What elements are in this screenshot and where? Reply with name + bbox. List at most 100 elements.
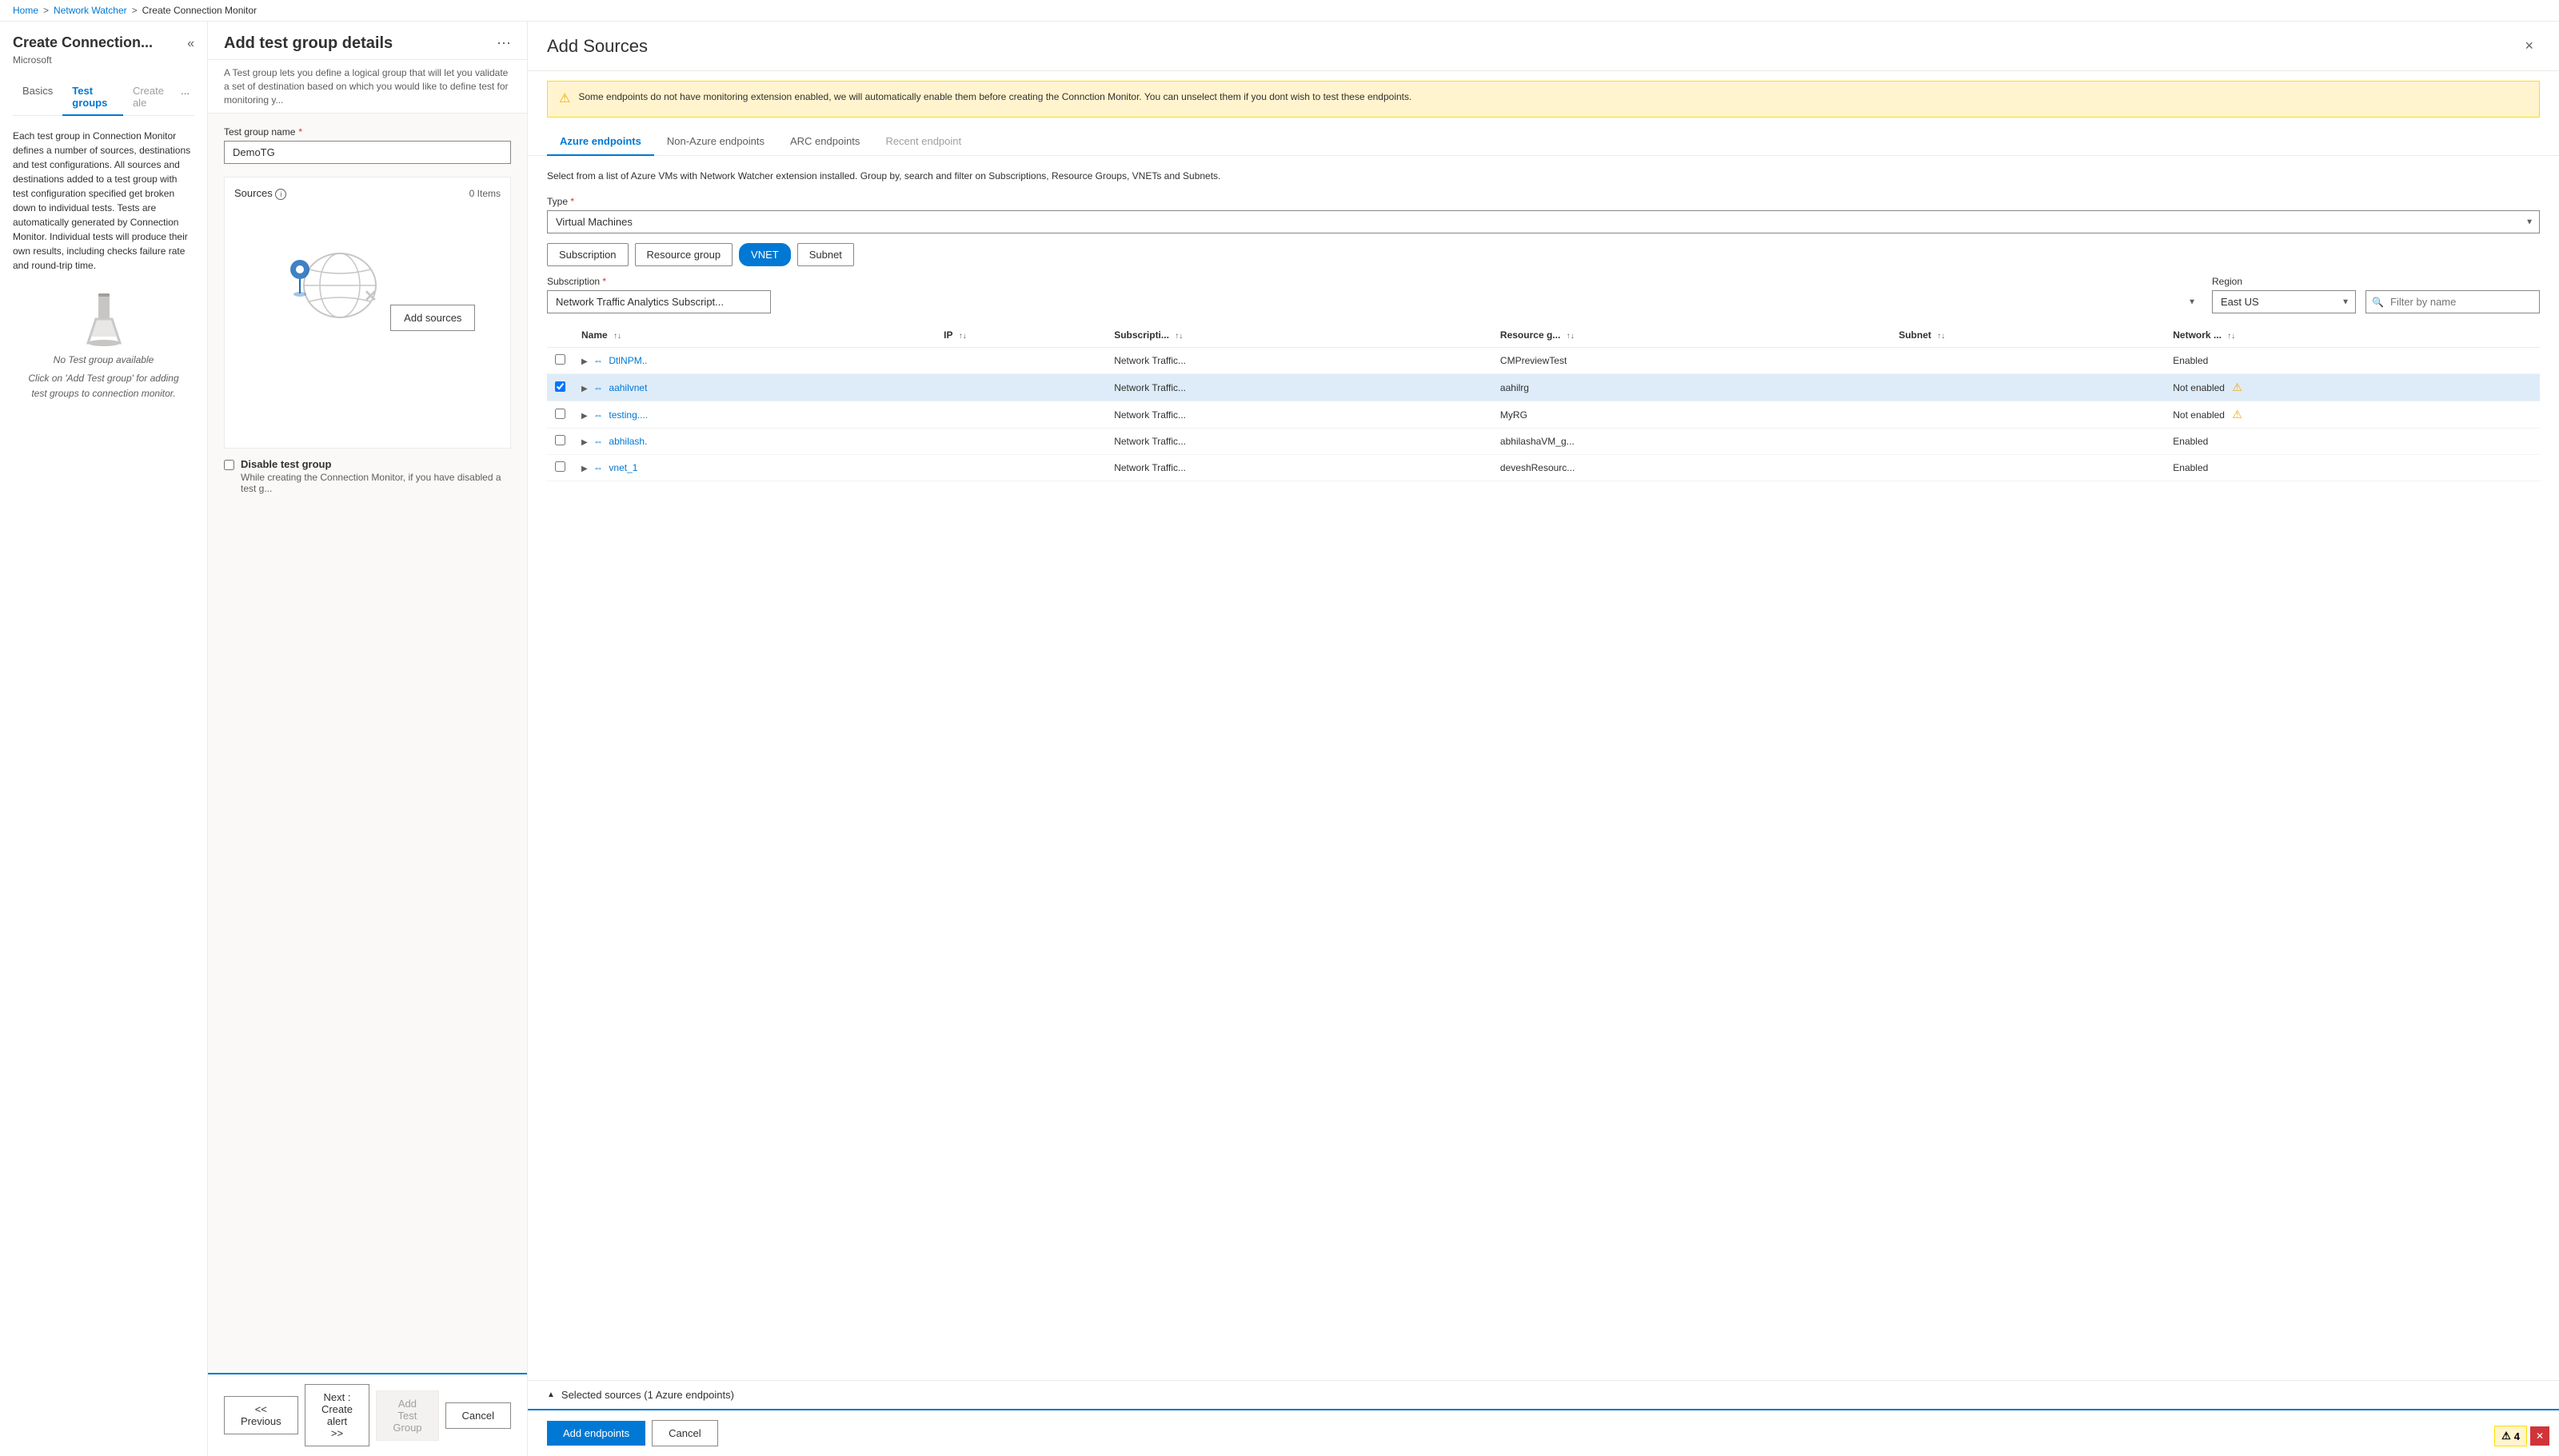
cancel-button[interactable]: Cancel	[445, 1402, 511, 1429]
breadcrumb-current: Create Connection Monitor	[142, 5, 257, 16]
test-group-name-input[interactable]	[224, 141, 511, 164]
sort-subscription-arrows: ↑↓	[1175, 332, 1183, 341]
sort-name-arrows: ↑↓	[613, 332, 621, 341]
table-row: ▶ ⇔ DtlNPM.. Network Traffic... CMPrevie…	[547, 348, 2540, 374]
test-group-name-field: Test group name *	[224, 126, 511, 164]
sources-info-icon[interactable]: i	[275, 189, 286, 200]
row5-subnet-cell	[1890, 455, 2165, 481]
sources-label: Sources i	[234, 187, 286, 200]
breadcrumb-sep1: >	[43, 5, 49, 16]
row5-expand-button[interactable]: ▶	[581, 465, 588, 473]
sources-empty-state: ✕ Add sources	[234, 209, 501, 363]
next-create-alert-button[interactable]: Next : Create alert >>	[305, 1384, 370, 1446]
sidebar-item-basics[interactable]: Basics	[13, 78, 62, 115]
th-name[interactable]: Name ↑↓	[573, 323, 936, 348]
sidebar-title: Create Connection...	[13, 34, 153, 51]
type-select[interactable]: Virtual Machines	[547, 210, 2540, 233]
row1-expand-button[interactable]: ▶	[581, 357, 588, 366]
middle-panel-bottom-bar: << Previous Next : Create alert >> Add T…	[208, 1373, 527, 1456]
tab-arc-endpoints[interactable]: ARC endpoints	[777, 127, 872, 155]
subscription-select[interactable]: Network Traffic Analytics Subscript...	[547, 290, 771, 313]
row4-expand-button[interactable]: ▶	[581, 438, 588, 447]
tab-non-azure-endpoints[interactable]: Non-Azure endpoints	[654, 127, 777, 155]
row2-checkbox-cell	[547, 374, 573, 401]
error-warning-icon: ⚠	[2501, 1430, 2511, 1442]
previous-button[interactable]: << Previous	[224, 1396, 298, 1434]
row1-network-cell: Enabled	[2165, 348, 2540, 374]
filter-by-name-container: 🔍	[2365, 290, 2540, 313]
row4-subscription-cell: Network Traffic...	[1106, 429, 1492, 455]
row3-ip-cell	[936, 401, 1106, 429]
tab-description: Select from a list of Azure VMs with Net…	[547, 169, 2540, 183]
panel-more-options[interactable]: ⋯	[497, 35, 511, 52]
disable-test-group-checkbox[interactable]	[224, 460, 234, 470]
filter-subnet-button[interactable]: Subnet	[797, 243, 854, 266]
row3-checkbox-cell	[547, 401, 573, 429]
right-panel: Add Sources × ⚠ Some endpoints do not ha…	[528, 22, 2559, 1456]
type-row: Type * Virtual Machines ▼	[547, 196, 2540, 233]
row3-name-link[interactable]: testing....	[609, 409, 648, 421]
tab-azure-endpoints[interactable]: Azure endpoints	[547, 127, 654, 155]
right-panel-body: Select from a list of Azure VMs with Net…	[528, 156, 2559, 1380]
subscription-select-wrapper: Network Traffic Analytics Subscript... ▼	[547, 290, 2202, 313]
add-endpoints-button[interactable]: Add endpoints	[547, 1421, 645, 1446]
row2-checkbox[interactable]	[555, 381, 565, 392]
row1-name-link[interactable]: DtlNPM..	[609, 355, 647, 366]
th-network[interactable]: Network ... ↑↓	[2165, 323, 2540, 348]
search-icon: 🔍	[2372, 297, 2384, 308]
row3-subscription-cell: Network Traffic...	[1106, 401, 1492, 429]
th-subscription[interactable]: Subscripti... ↑↓	[1106, 323, 1492, 348]
sidebar-item-create-alert: Create ale	[123, 78, 176, 115]
breadcrumb-home[interactable]: Home	[13, 5, 38, 16]
selected-sources-footer[interactable]: ▲ Selected sources (1 Azure endpoints)	[528, 1380, 2559, 1409]
collapse-sidebar-button[interactable]: «	[187, 37, 194, 51]
row3-expand-button[interactable]: ▶	[581, 412, 588, 421]
subscription-select-arrow: ▼	[2188, 297, 2196, 306]
breadcrumb-network-watcher[interactable]: Network Watcher	[54, 5, 127, 16]
row5-checkbox[interactable]	[555, 461, 565, 472]
row5-network-cell: Enabled	[2165, 455, 2540, 481]
row2-subnet-cell	[1890, 374, 2165, 401]
no-test-group-desc: Click on 'Add Test group' for addingtest…	[28, 371, 178, 401]
row5-resource-group-cell: deveshResourc...	[1492, 455, 1890, 481]
row2-warning-icon: ⚠	[2232, 381, 2242, 393]
subscription-label: Subscription *	[547, 276, 2202, 287]
breadcrumb: Home > Network Watcher > Create Connecti…	[0, 0, 2559, 22]
type-label: Type *	[547, 196, 2540, 207]
row3-checkbox[interactable]	[555, 409, 565, 419]
panel-title: Add test group details	[224, 34, 393, 53]
row2-expand-button[interactable]: ▶	[581, 385, 588, 393]
th-ip[interactable]: IP ↑↓	[936, 323, 1106, 348]
right-panel-bottom-bar: Add endpoints Cancel	[528, 1409, 2559, 1456]
row2-name-link[interactable]: aahilvnet	[609, 382, 647, 393]
error-close-button[interactable]: ✕	[2530, 1426, 2549, 1446]
row5-vm-icon: ⇔	[593, 462, 603, 473]
sidebar-item-test-groups[interactable]: Test groups	[62, 78, 123, 115]
add-sources-button[interactable]: Add sources	[390, 305, 475, 331]
close-button[interactable]: ×	[2518, 34, 2540, 58]
sidebar-nav: Basics Test groups Create ale ...	[13, 78, 194, 116]
filter-by-name-input[interactable]	[2365, 290, 2540, 313]
row4-subnet-cell	[1890, 429, 2165, 455]
filter-resource-group-button[interactable]: Resource group	[635, 243, 733, 266]
subscription-field: Subscription * Network Traffic Analytics…	[547, 276, 2202, 313]
row1-checkbox[interactable]	[555, 354, 565, 365]
row5-network-badge: Enabled	[2173, 462, 2208, 473]
sort-ip-arrows: ↑↓	[959, 332, 967, 341]
row5-name-link[interactable]: vnet_1	[609, 462, 637, 473]
middle-panel: Add test group details ⋯ A Test group le…	[208, 22, 528, 1456]
row4-checkbox[interactable]	[555, 435, 565, 445]
filter-subscription-button[interactable]: Subscription	[547, 243, 629, 266]
sidebar-more-options[interactable]: ...	[176, 78, 194, 115]
row4-name-link[interactable]: abhilash.	[609, 436, 647, 447]
region-select[interactable]: East US	[2212, 290, 2356, 313]
row1-ip-cell	[936, 348, 1106, 374]
filter-vnet-button[interactable]: VNET	[739, 243, 791, 266]
right-cancel-button[interactable]: Cancel	[652, 1420, 717, 1446]
row2-vm-icon: ⇔	[593, 382, 603, 393]
th-resource-group[interactable]: Resource g... ↑↓	[1492, 323, 1890, 348]
table-header-row: Name ↑↓ IP ↑↓ Subscripti... ↑↓	[547, 323, 2540, 348]
th-subnet[interactable]: Subnet ↑↓	[1890, 323, 2165, 348]
th-checkbox	[547, 323, 573, 348]
svg-text:✕: ✕	[364, 288, 377, 305]
